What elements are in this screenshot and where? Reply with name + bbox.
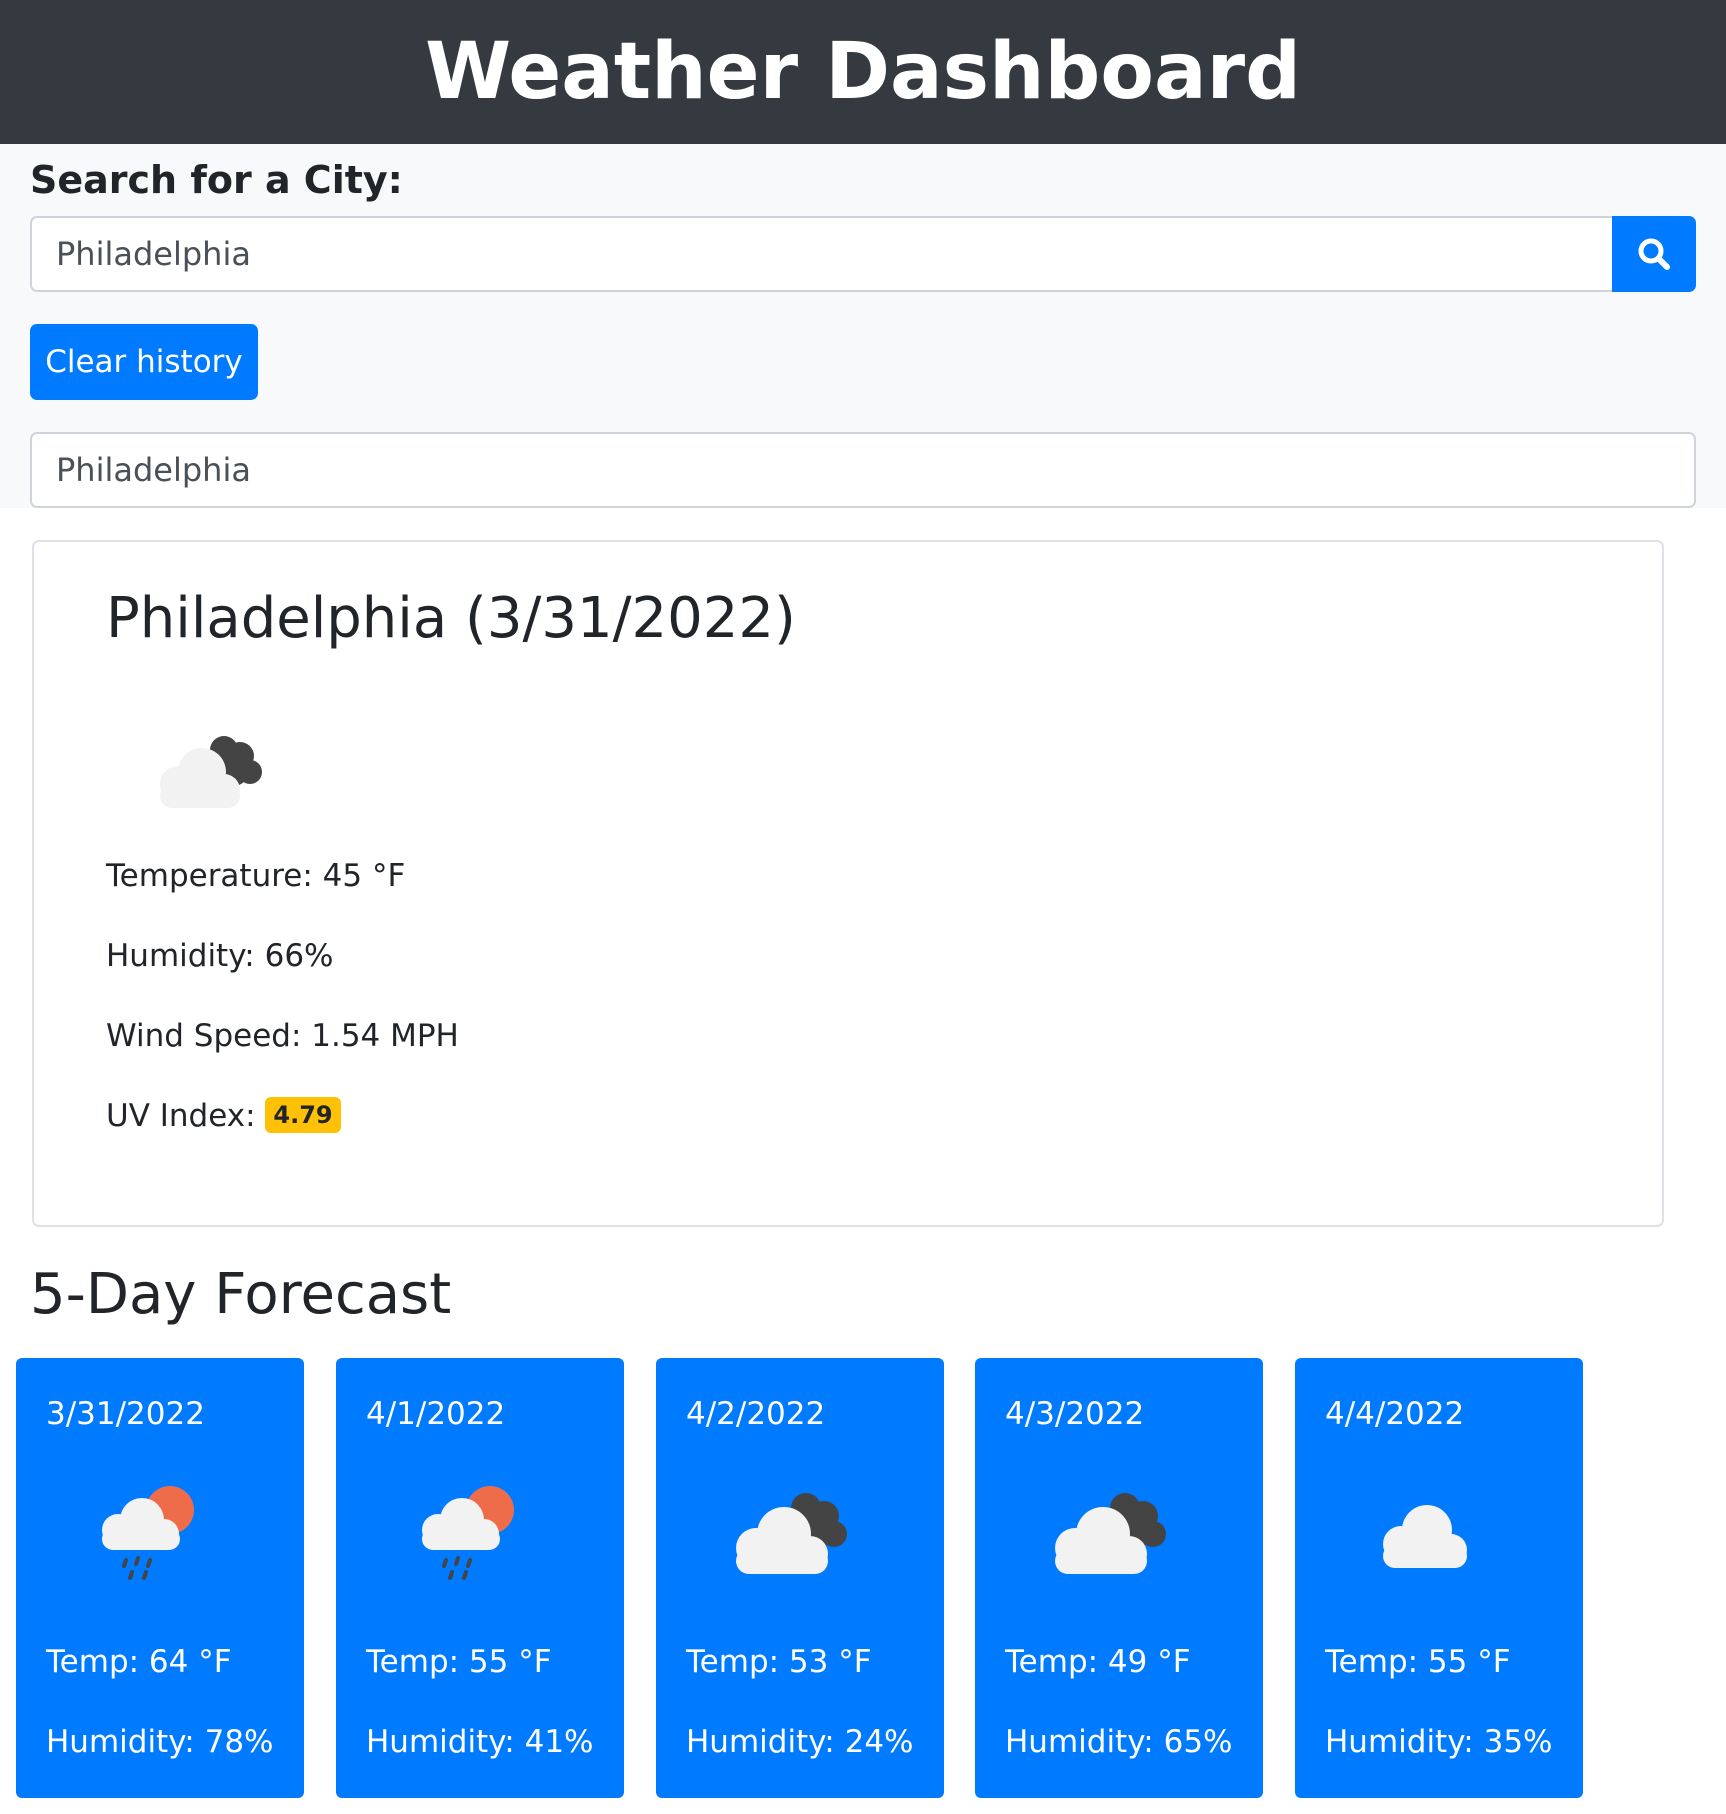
rain-sun-icon [422, 1486, 514, 1580]
forecast-card: 3/31/2022 Temp: 64 °F Humidity: 78% [16, 1358, 304, 1798]
forecast-date: 4/1/2022 [366, 1396, 506, 1432]
forecast-date: 4/4/2022 [1325, 1396, 1465, 1432]
forecast-humidity: Humidity: 41% [366, 1724, 594, 1760]
uv-index-badge: 4.79 [265, 1096, 341, 1133]
forecast-humidity: Humidity: 78% [46, 1724, 274, 1760]
forecast-title: 5-Day Forecast [30, 1262, 452, 1327]
current-temperature: Temperature: 45 °F [106, 858, 406, 894]
current-weather-card: Philadelphia (3/31/2022) Temperature: 45… [32, 540, 1664, 1227]
search-panel: Search for a City: Clear history Philade… [0, 144, 1726, 508]
broken-clouds-icon [736, 1493, 847, 1574]
forecast-temp: Temp: 55 °F [1325, 1644, 1511, 1680]
forecast-humidity: Humidity: 35% [1325, 1724, 1553, 1760]
page-title: Weather Dashboard [425, 27, 1301, 117]
search-icon [1638, 238, 1670, 270]
current-uv-row: UV Index: 4.79 [106, 1096, 341, 1136]
forecast-temp: Temp: 55 °F [366, 1644, 552, 1680]
clear-history-button[interactable]: Clear history [30, 324, 258, 400]
forecast-date: 3/31/2022 [46, 1396, 205, 1432]
forecast-date: 4/3/2022 [1005, 1396, 1145, 1432]
cloudy-night-icon [160, 736, 262, 808]
forecast-temp: Temp: 64 °F [46, 1644, 232, 1680]
forecast-temp: Temp: 49 °F [1005, 1644, 1191, 1680]
cloud-icon [1383, 1505, 1467, 1568]
rain-sun-icon [102, 1486, 194, 1580]
forecast-humidity: Humidity: 24% [686, 1724, 914, 1760]
search-button[interactable] [1612, 216, 1696, 292]
city-search-input[interactable] [30, 216, 1613, 292]
forecast-card: 4/3/2022 Temp: 49 °F Humidity: 65% [975, 1358, 1263, 1798]
forecast-card: 4/1/2022 Temp: 55 °F Humidity: 41% [336, 1358, 624, 1798]
forecast-humidity: Humidity: 65% [1005, 1724, 1233, 1760]
history-item-philadelphia[interactable]: Philadelphia [30, 432, 1696, 508]
forecast-card: 4/2/2022 Temp: 53 °F Humidity: 24% [656, 1358, 944, 1798]
page-header: Weather Dashboard [0, 0, 1726, 144]
forecast-date: 4/2/2022 [686, 1396, 826, 1432]
broken-clouds-icon [1055, 1493, 1166, 1574]
search-label: Search for a City: [30, 158, 403, 202]
uv-label: UV Index: [106, 1098, 256, 1134]
current-wind-speed: Wind Speed: 1.54 MPH [106, 1018, 459, 1054]
current-humidity: Humidity: 66% [106, 938, 334, 974]
forecast-temp: Temp: 53 °F [686, 1644, 872, 1680]
forecast-card: 4/4/2022 Temp: 55 °F Humidity: 35% [1295, 1358, 1583, 1798]
current-city-title: Philadelphia (3/31/2022) [106, 586, 796, 651]
